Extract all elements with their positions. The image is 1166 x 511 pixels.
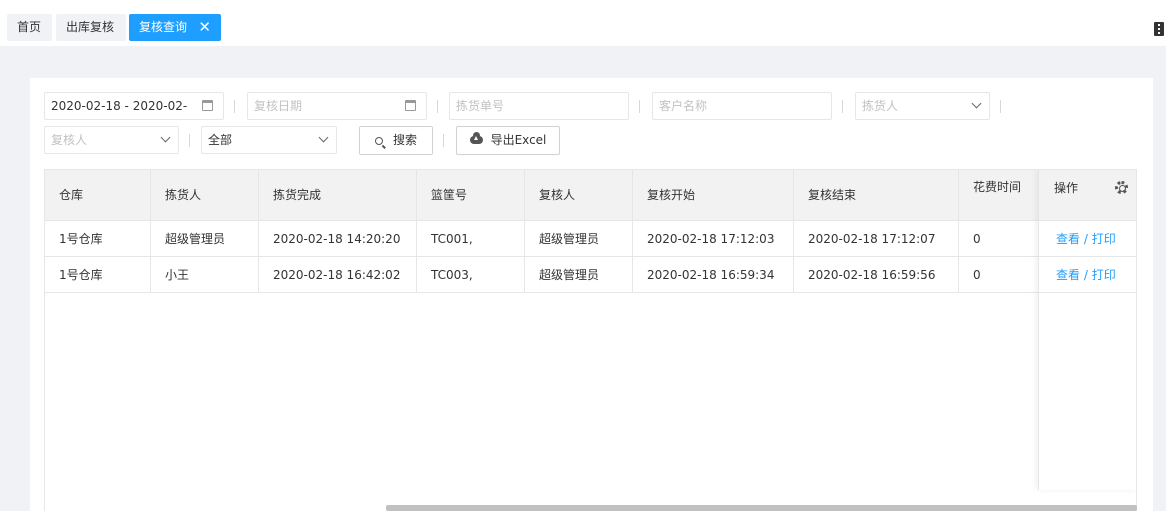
divider	[189, 134, 190, 147]
cell-time-spent: 0	[959, 257, 1039, 293]
main-card: 2020-02-18 - 2020-02- 复核日期 拣货单号 客户名称 拣货人…	[30, 78, 1153, 511]
gear-icon[interactable]	[1115, 181, 1128, 194]
cell-basket-no: TC001,	[417, 221, 525, 257]
link-separator: /	[1080, 232, 1092, 246]
column-header-review-start: 复核开始	[633, 170, 794, 221]
action-header-label: 操作	[1054, 181, 1079, 195]
cell-review-start: 2020-02-18 17:12:03	[633, 221, 794, 257]
cell-picking-done: 2020-02-18 14:20:20	[259, 221, 417, 257]
action-cell: 查看 / 打印	[1039, 257, 1136, 293]
view-link[interactable]: 查看	[1056, 232, 1080, 246]
column-header-actions: 操作	[1039, 170, 1136, 221]
print-link[interactable]: 打印	[1092, 232, 1116, 246]
date-range-value: 2020-02-18 - 2020-02-	[51, 99, 188, 113]
action-column: 操作 查看 / 打印 查看 / 打印	[1038, 170, 1136, 490]
reviewer-placeholder: 复核人	[51, 133, 88, 147]
search-button[interactable]: 搜索	[359, 126, 433, 155]
reviewer-select[interactable]: 复核人	[44, 126, 179, 154]
tab-home[interactable]: 首页	[7, 14, 52, 41]
review-date-input[interactable]: 复核日期	[247, 92, 427, 120]
customer-name-placeholder: 客户名称	[659, 99, 708, 113]
divider	[1000, 100, 1001, 113]
status-select[interactable]: 全部	[201, 126, 337, 154]
table-header: 仓库 拣货人 拣货完成 篮筐号 复核人 复核开始 复核结束 花费时间	[45, 170, 1136, 221]
chevron-down-icon	[318, 132, 329, 143]
action-cell: 查看 / 打印	[1039, 221, 1136, 257]
column-header-picker: 拣货人	[151, 170, 259, 221]
picking-no-input[interactable]: 拣货单号	[449, 92, 629, 120]
review-date-placeholder: 复核日期	[254, 99, 303, 113]
column-header-basket-no: 篮筐号	[417, 170, 525, 221]
view-link[interactable]: 查看	[1056, 268, 1080, 282]
picker-select[interactable]: 拣货人	[855, 92, 990, 120]
customer-name-input[interactable]: 客户名称	[652, 92, 832, 120]
cell-review-start: 2020-02-18 16:59:34	[633, 257, 794, 293]
horizontal-scrollbar[interactable]	[386, 505, 1137, 511]
column-header-review-end: 复核结束	[794, 170, 959, 221]
cell-review-end: 2020-02-18 16:59:56	[794, 257, 959, 293]
export-excel-button[interactable]: 导出Excel	[456, 126, 560, 155]
column-header-reviewer: 复核人	[525, 170, 633, 221]
search-icon	[374, 137, 383, 145]
divider	[234, 100, 235, 113]
search-button-label: 搜索	[392, 133, 417, 147]
cell-time-spent: 0	[959, 221, 1039, 257]
picking-no-placeholder: 拣货单号	[456, 99, 505, 113]
tab-review-query[interactable]: 复核查询 ✕	[129, 14, 221, 41]
cell-picker: 超级管理员	[151, 221, 259, 257]
divider	[842, 100, 843, 113]
cell-warehouse: 1号仓库	[45, 221, 151, 257]
cell-review-end: 2020-02-18 17:12:07	[794, 221, 959, 257]
more-icon[interactable]	[1154, 22, 1164, 36]
chevron-down-icon	[160, 132, 171, 143]
calendar-icon	[405, 100, 416, 111]
cell-picking-done: 2020-02-18 16:42:02	[259, 257, 417, 293]
tab-outbound-review[interactable]: 出库复核	[56, 14, 126, 41]
table-row: 1号仓库 小王 2020-02-18 16:42:02 TC003, 超级管理员…	[45, 257, 1136, 293]
cell-reviewer: 超级管理员	[525, 257, 633, 293]
chevron-down-icon	[971, 98, 982, 109]
cell-picker: 小王	[151, 257, 259, 293]
divider	[443, 134, 444, 147]
status-value: 全部	[208, 133, 233, 147]
divider	[437, 100, 438, 113]
column-header-time-spent: 花费时间	[959, 170, 1039, 221]
tab-review-query-label: 复核查询	[139, 20, 188, 34]
data-table: 仓库 拣货人 拣货完成 篮筐号 复核人 复核开始 复核结束 花费时间 1号仓库 …	[44, 169, 1137, 511]
date-range-input[interactable]: 2020-02-18 - 2020-02-	[44, 92, 224, 120]
column-header-warehouse: 仓库	[45, 170, 151, 221]
link-separator: /	[1080, 268, 1092, 282]
divider	[639, 100, 640, 113]
cloud-upload-icon	[469, 132, 483, 144]
tab-bar: 首页 出库复核 复核查询 ✕	[0, 0, 1166, 46]
cell-reviewer: 超级管理员	[525, 221, 633, 257]
table-row: 1号仓库 超级管理员 2020-02-18 14:20:20 TC001, 超级…	[45, 221, 1136, 257]
print-link[interactable]: 打印	[1092, 268, 1116, 282]
close-icon[interactable]: ✕	[198, 14, 211, 41]
cell-warehouse: 1号仓库	[45, 257, 151, 293]
picker-placeholder: 拣货人	[862, 99, 899, 113]
export-button-label: 导出Excel	[490, 133, 547, 147]
column-header-picking-done: 拣货完成	[259, 170, 417, 221]
cell-basket-no: TC003,	[417, 257, 525, 293]
calendar-icon	[202, 100, 213, 111]
